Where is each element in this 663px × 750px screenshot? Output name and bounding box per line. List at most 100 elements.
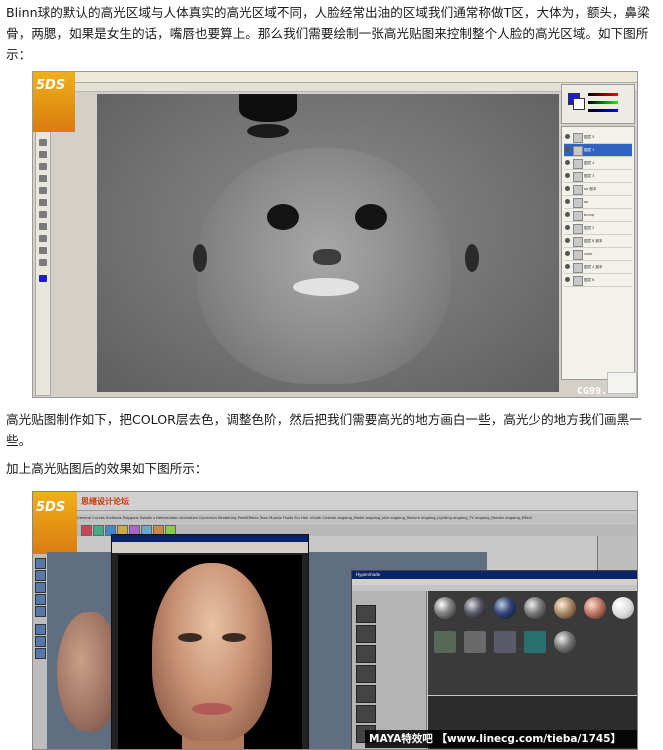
red-slider[interactable]	[588, 93, 618, 96]
color-panel	[561, 84, 635, 124]
shelf-icon[interactable]	[81, 525, 92, 536]
material-swatch[interactable]	[464, 597, 486, 619]
visibility-eye-icon[interactable]	[565, 186, 570, 191]
layer-name: 图层 5	[584, 135, 595, 139]
brush-tool-icon	[39, 139, 47, 146]
zoom-tool-icon	[39, 259, 47, 266]
dodge-tool-icon	[39, 187, 47, 194]
corner-logo	[607, 372, 637, 394]
visibility-eye-icon[interactable]	[565, 212, 570, 217]
path-tool-icon	[39, 223, 47, 230]
lips-highlight	[293, 278, 359, 296]
layout-icon[interactable]	[35, 636, 46, 647]
hypershade-title: Hypershade	[356, 572, 381, 577]
method-paragraph: 高光贴图制作如下，把COLOR层去色，调整色阶，然后把我们需要高光的地方画白一些…	[6, 412, 642, 448]
layer-row[interactable]: 图层 6	[564, 274, 632, 287]
render-view-window	[111, 534, 309, 749]
layer-row[interactable]: 图层 4	[564, 157, 632, 170]
ear-left	[193, 244, 207, 272]
green-slider[interactable]	[588, 101, 618, 104]
layer-name: 图层 8 副本	[584, 239, 603, 243]
material-swatch[interactable]	[554, 631, 576, 653]
layer-row[interactable]: ao 副本	[564, 183, 632, 196]
blue-slider[interactable]	[588, 109, 618, 112]
material-swatch[interactable]	[612, 597, 634, 619]
clone-tool-icon	[39, 163, 47, 170]
hand-tool-icon	[39, 247, 47, 254]
material-swatch[interactable]	[524, 597, 546, 619]
layers-panel: 图层 5 图层 1 图层 4 图层 3 ao 副本 ao bump 图层 2 图层 8 副本 co…	[561, 126, 635, 380]
layer-row[interactable]: 图层 5	[564, 131, 632, 144]
layer-name: 图层 4	[584, 161, 595, 165]
visibility-eye-icon[interactable]	[565, 199, 570, 204]
texture-swatch[interactable]	[434, 631, 456, 653]
eye-hole-left	[267, 204, 299, 230]
visibility-eye-icon[interactable]	[565, 238, 570, 243]
node-icon[interactable]	[356, 645, 376, 663]
texture-swatch[interactable]	[524, 631, 546, 653]
node-icon[interactable]	[356, 685, 376, 703]
create-nodes-panel	[352, 591, 427, 749]
visibility-eye-icon[interactable]	[565, 251, 570, 256]
texture-swatch[interactable]	[464, 631, 486, 653]
visibility-eye-icon[interactable]	[565, 225, 570, 230]
layer-name: 图层 4 副本	[584, 265, 603, 269]
layer-thumbnail	[573, 198, 583, 208]
node-icon[interactable]	[356, 705, 376, 723]
material-swatch[interactable]	[584, 597, 606, 619]
shelf-icon[interactable]	[93, 525, 104, 536]
layer-row[interactable]: bump	[564, 209, 632, 222]
background-swatch[interactable]	[573, 98, 585, 110]
visibility-eye-icon[interactable]	[565, 277, 570, 282]
layer-row[interactable]: 图层 1	[564, 144, 632, 157]
scale-tool-icon[interactable]	[35, 606, 46, 617]
visibility-eye-icon[interactable]	[565, 147, 570, 152]
visibility-eye-icon[interactable]	[565, 264, 570, 269]
rotate-tool-icon[interactable]	[35, 594, 46, 605]
visibility-eye-icon[interactable]	[565, 134, 570, 139]
material-swatch[interactable]	[494, 597, 516, 619]
face-uv-region	[197, 148, 451, 384]
select-tool-icon[interactable]	[35, 558, 46, 569]
maya-screenshot: 思绪设计论坛 General Curves Surfaces Polygons …	[32, 491, 638, 750]
layer-row[interactable]: ao	[564, 196, 632, 209]
nose-region	[313, 249, 341, 265]
gradient-tool-icon	[39, 175, 47, 182]
layer-row[interactable]: 图层 4 副本	[564, 261, 632, 274]
eye-left	[178, 633, 202, 642]
material-swatch[interactable]	[554, 597, 576, 619]
material-swatch[interactable]	[434, 597, 456, 619]
visibility-eye-icon[interactable]	[565, 173, 570, 178]
node-icon[interactable]	[356, 605, 376, 623]
texture-swatch[interactable]	[494, 631, 516, 653]
lasso-tool-icon[interactable]	[35, 570, 46, 581]
lips	[192, 703, 232, 715]
ps-toolbox	[35, 98, 51, 396]
node-icon[interactable]	[356, 625, 376, 643]
layer-thumbnail	[573, 237, 583, 247]
photoshop-screenshot: 5DS CG99.cn 图层 5 图层 1 图层 4 图层 3 ao 副本 ao bump 图…	[32, 71, 638, 398]
shelf-tabs[interactable]: General Curves Surfaces Polygons Subdiv …	[77, 514, 637, 523]
layer-row[interactable]: color	[564, 248, 632, 261]
site-logo-badge: 5DS	[33, 492, 77, 554]
move-tool-icon[interactable]	[35, 582, 46, 593]
layer-name: ao 副本	[584, 187, 597, 191]
eye-hole-right	[355, 204, 387, 230]
model-shoulder	[57, 612, 117, 732]
layer-name: 图层 3	[584, 174, 595, 178]
layer-row[interactable]: 图层 3	[564, 170, 632, 183]
layout-icon[interactable]	[35, 648, 46, 659]
node-icon[interactable]	[356, 665, 376, 683]
layer-thumbnail	[573, 276, 583, 286]
layer-name: 图层 6	[584, 278, 595, 282]
specular-map-canvas: CG99.cn	[97, 94, 619, 397]
layer-row[interactable]: 图层 2	[564, 222, 632, 235]
logo-text: 5DS	[36, 78, 66, 93]
visibility-eye-icon[interactable]	[565, 160, 570, 165]
layer-name: 图层 1	[584, 148, 595, 152]
layer-row[interactable]: 图层 8 副本	[564, 235, 632, 248]
layer-thumbnail	[573, 224, 583, 234]
ear-right	[465, 244, 479, 272]
hypershade-titlebar: Hypershade	[352, 571, 637, 579]
layout-icon[interactable]	[35, 624, 46, 635]
